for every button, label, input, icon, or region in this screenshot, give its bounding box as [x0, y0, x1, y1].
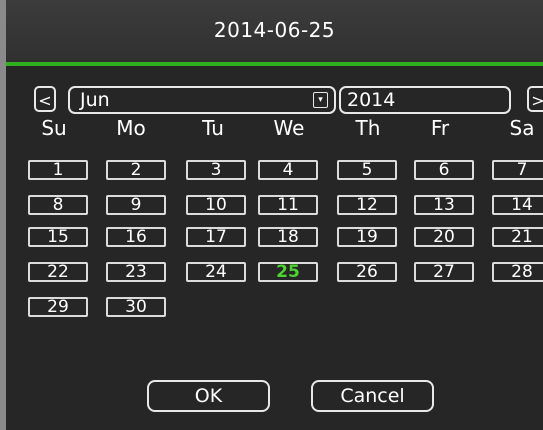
month-value: Jun	[80, 89, 110, 111]
weekday-header: Fr	[430, 116, 450, 140]
chevron-down-icon[interactable]: ▾	[313, 92, 328, 108]
day-cell[interactable]: 16	[106, 227, 166, 247]
day-cell[interactable]: 7	[492, 160, 543, 180]
day-cell[interactable]: 14	[492, 195, 543, 215]
weekday-header: Mo	[116, 116, 146, 140]
day-cell[interactable]: 9	[106, 195, 166, 215]
day-cell[interactable]: 12	[337, 195, 397, 215]
day-cell[interactable]: 18	[258, 227, 318, 247]
day-cell[interactable]: 26	[337, 262, 397, 282]
day-cell[interactable]: 22	[28, 262, 88, 282]
day-cell[interactable]: 8	[28, 195, 88, 215]
day-cell[interactable]: 15	[28, 227, 88, 247]
month-select[interactable]: Jun ▾	[68, 86, 336, 114]
weekday-header: Sa	[509, 116, 535, 140]
day-cell[interactable]: 28	[492, 262, 543, 282]
ok-button[interactable]: OK	[147, 380, 270, 412]
day-cell[interactable]: 24	[186, 262, 246, 282]
cancel-button[interactable]: Cancel	[311, 380, 434, 412]
day-cell[interactable]: 6	[414, 160, 474, 180]
day-cell[interactable]: 4	[258, 160, 318, 180]
day-cell[interactable]: 2	[106, 160, 166, 180]
prev-month-button[interactable]: <	[34, 86, 56, 112]
weekday-header: Su	[41, 116, 67, 140]
weekday-header: Tu	[202, 116, 224, 140]
day-cell[interactable]: 19	[337, 227, 397, 247]
weekday-header: Th	[355, 116, 381, 140]
title-bar: 2014-06-25	[6, 0, 543, 66]
day-cell[interactable]: 20	[414, 227, 474, 247]
day-cell[interactable]: 27	[414, 262, 474, 282]
next-month-button[interactable]: >	[527, 86, 543, 112]
day-cell[interactable]: 5	[337, 160, 397, 180]
day-cell[interactable]: 23	[106, 262, 166, 282]
day-cell[interactable]: 1	[28, 160, 88, 180]
day-cell[interactable]: 13	[414, 195, 474, 215]
day-cell[interactable]: 29	[28, 297, 88, 317]
date-picker-dialog: 2014-06-25 < Jun ▾ 2014 > Su Mo Tu We Th…	[0, 0, 543, 430]
day-cell[interactable]: 11	[258, 195, 318, 215]
day-cell[interactable]: 10	[186, 195, 246, 215]
day-cell[interactable]: 3	[186, 160, 246, 180]
day-cell-selected[interactable]: 25	[258, 262, 318, 282]
day-cell[interactable]: 17	[186, 227, 246, 247]
dialog-title: 2014-06-25	[213, 18, 336, 42]
weekday-header: We	[273, 116, 305, 140]
day-cell[interactable]: 30	[106, 297, 166, 317]
day-cell[interactable]: 21	[492, 227, 543, 247]
year-input[interactable]: 2014	[339, 86, 511, 114]
